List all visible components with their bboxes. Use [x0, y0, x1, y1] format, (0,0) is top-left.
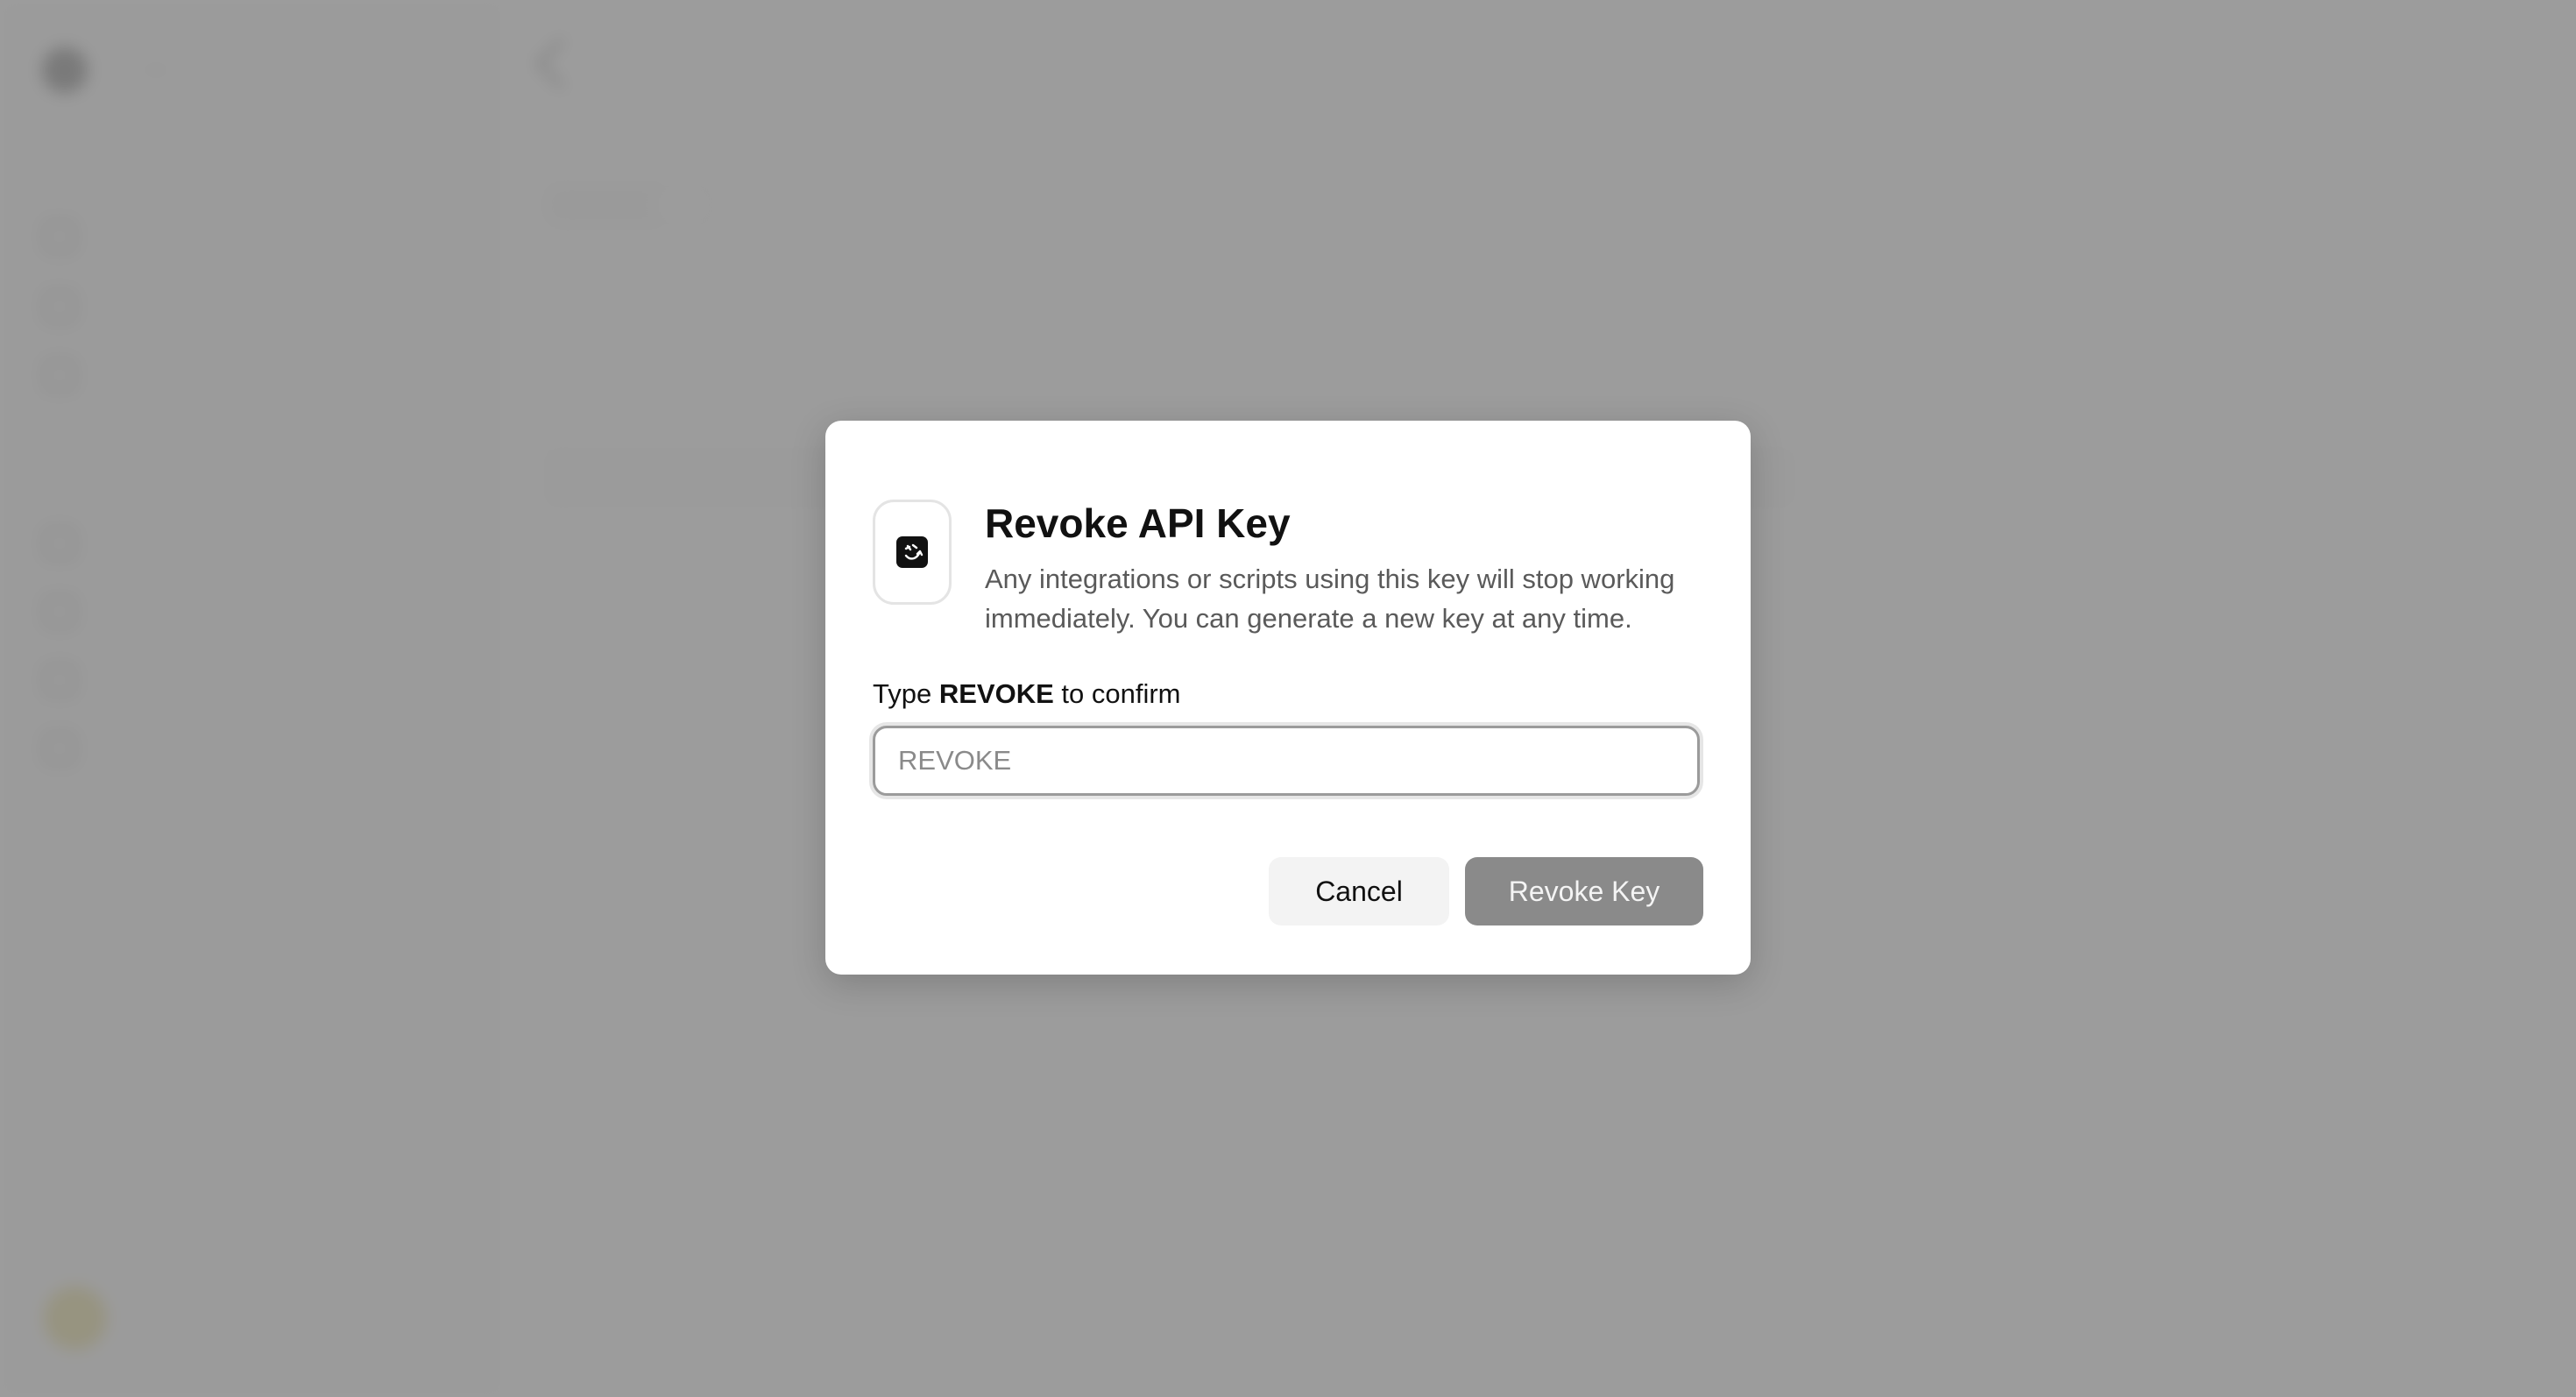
revoke-key-dialog: Revoke API Key Any integrations or scrip… — [825, 421, 1751, 975]
key-icon — [873, 500, 952, 605]
confirm-input[interactable] — [873, 726, 1700, 796]
revoke-key-button[interactable]: Revoke Key — [1465, 857, 1703, 925]
key-icon-glyph — [896, 536, 928, 568]
confirm-label-prefix: Type — [873, 678, 932, 709]
app-window: Revoke API Key Any integrations or scrip… — [0, 0, 2576, 1397]
dialog-description: Any integrations or scripts using this k… — [985, 564, 1675, 634]
cancel-button[interactable]: Cancel — [1269, 857, 1449, 925]
confirm-label-suffix: to confirm — [1061, 678, 1181, 709]
confirm-keyword: REVOKE — [938, 678, 1054, 709]
dialog-title: Revoke API Key — [985, 500, 1291, 546]
confirm-label: Type REVOKE to confirm — [873, 678, 1181, 710]
